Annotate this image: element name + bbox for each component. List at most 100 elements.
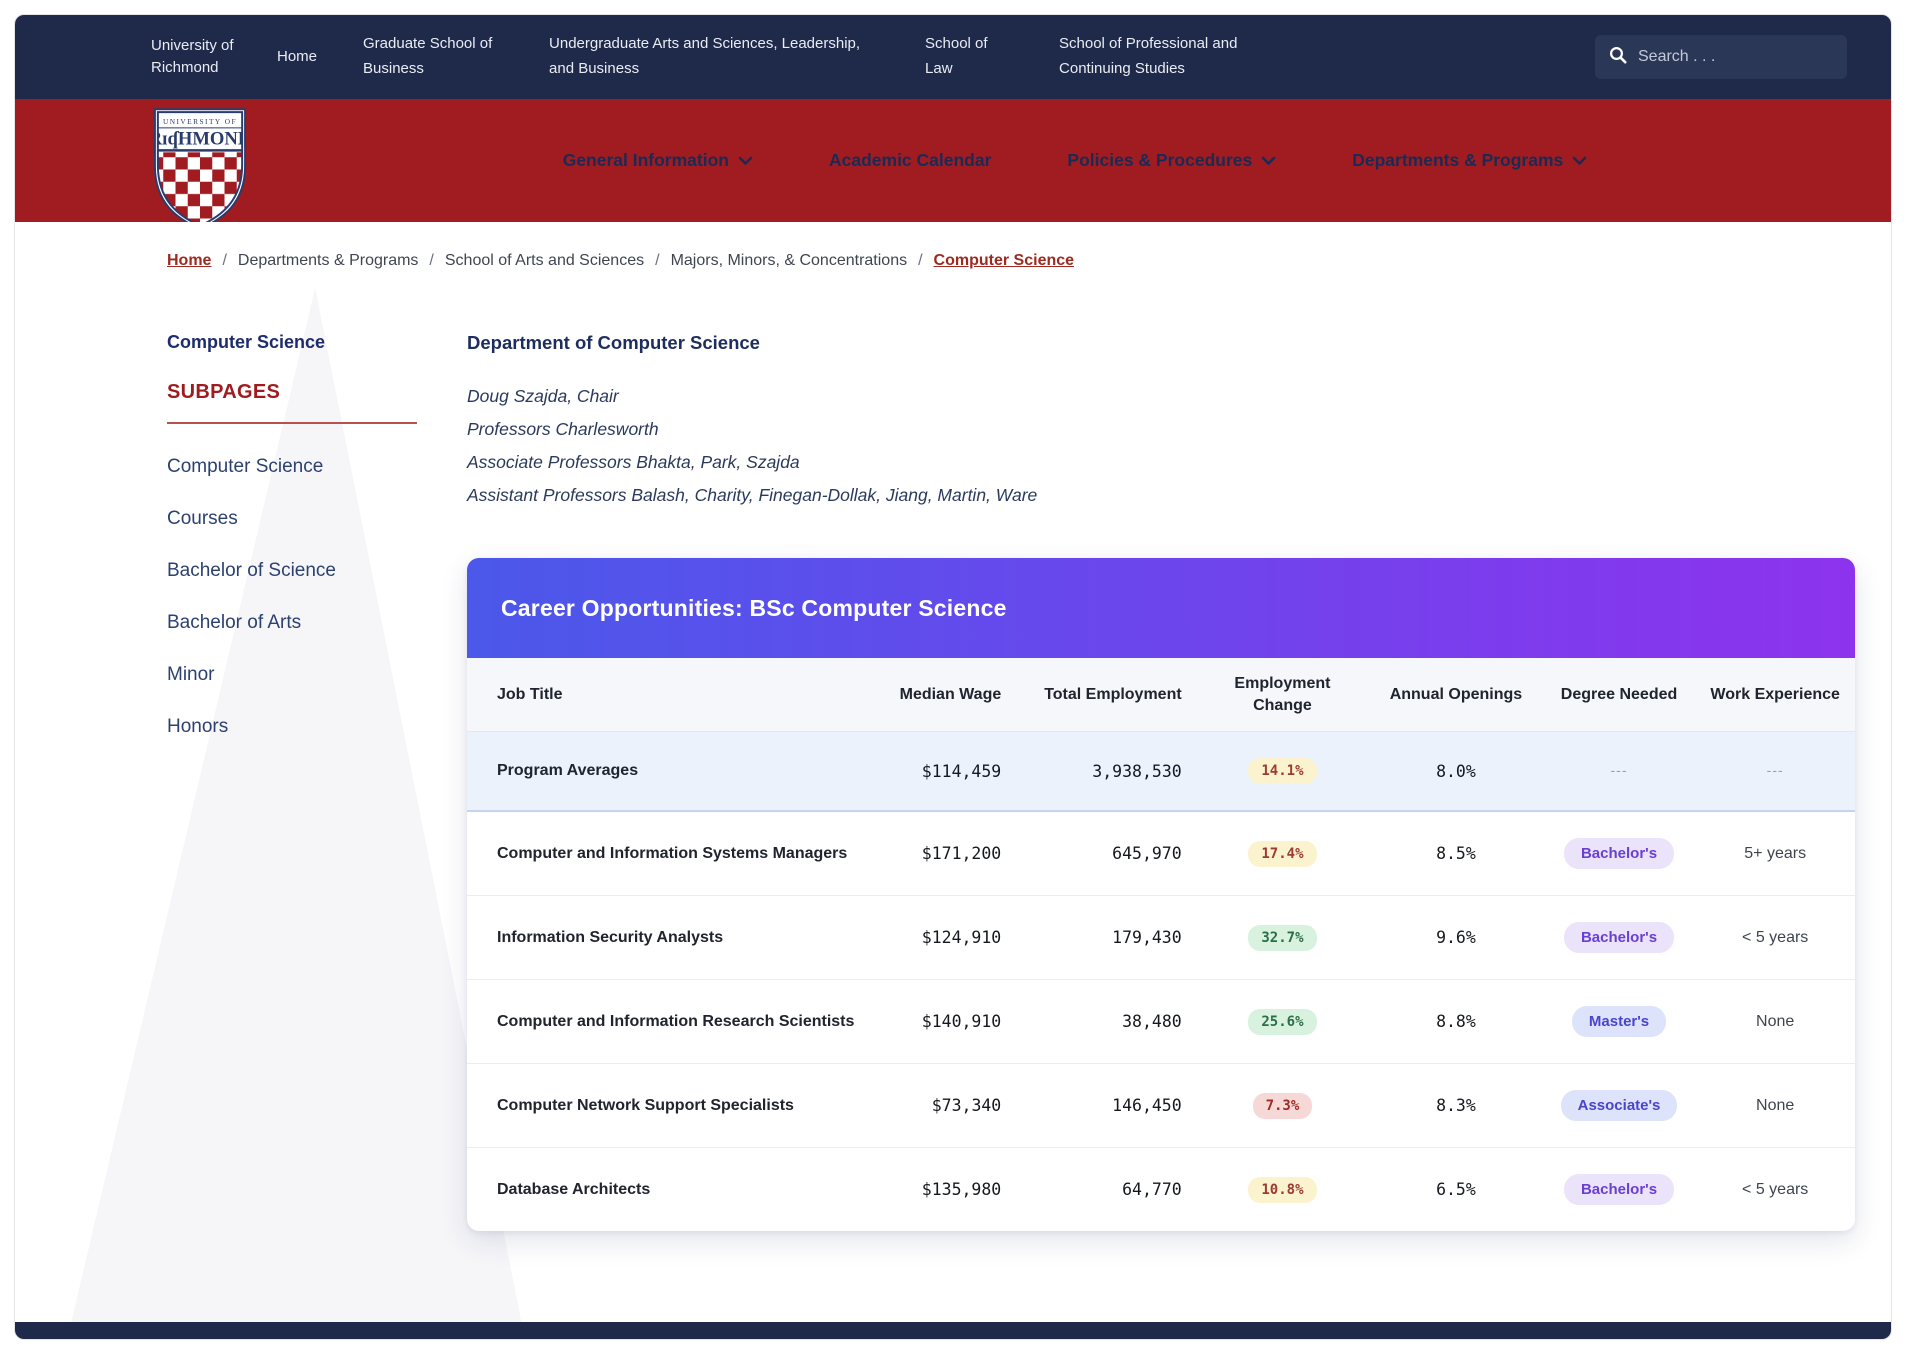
degree-needed-cell: Bachelor's	[1543, 896, 1696, 980]
employment-change-badge: 32.7%	[1248, 925, 1316, 951]
degree-needed-cell: Master's	[1543, 980, 1696, 1064]
work-experience-value: None	[1756, 1013, 1794, 1030]
column-header: Work Experience	[1695, 658, 1855, 732]
column-header: Total Employment	[1015, 658, 1195, 732]
university-richmond-logo[interactable]: UNIVERSITY OF RɪʠHMOND	[151, 108, 249, 235]
employment-change-badge: 25.6%	[1248, 1009, 1316, 1035]
degree-badge: Bachelor's	[1564, 922, 1674, 953]
table-row: Information Security Analysts$124,910179…	[467, 896, 1855, 980]
work-experience-cell: 5+ years	[1695, 811, 1855, 896]
table-row: Program Averages$114,4593,938,53014.1%8.…	[467, 732, 1855, 812]
main-nav-item-label: Academic Calendar	[829, 150, 991, 171]
browser-page: University of Richmond Home Graduate Scho…	[14, 14, 1892, 1340]
degree-badge: Bachelor's	[1564, 1174, 1674, 1205]
sidebar-divider	[167, 422, 417, 424]
table-row: Database Architects$135,98064,770 10.8% 6.…	[467, 1148, 1855, 1232]
main-nav-item[interactable]: General Information	[563, 150, 753, 171]
median-wage-cell: $135,980	[870, 1148, 1016, 1232]
career-opportunities-card: Career Opportunities: BSc Computer Scien…	[467, 558, 1855, 1231]
main-nav-item-label: Policies & Procedures	[1067, 150, 1252, 171]
screenshot-frame: University of Richmond Home Graduate Scho…	[0, 0, 1906, 1354]
empty-value-dash: ---	[1611, 762, 1628, 778]
column-header: Employment Change	[1196, 658, 1370, 732]
utility-nav-link[interactable]: School of Law	[925, 32, 1013, 82]
degree-needed-cell: Bachelor's	[1543, 811, 1696, 896]
empty-value-dash: ---	[1767, 762, 1784, 778]
breadcrumb-separator: /	[429, 252, 433, 270]
department-heading: Department of Computer Science	[467, 332, 1855, 354]
total-employment-cell: 645,970	[1015, 811, 1195, 896]
main-nav-item[interactable]: Academic Calendar	[829, 150, 991, 171]
card-title: Career Opportunities: BSc Computer Scien…	[501, 595, 1007, 622]
employment-change-cell: 17.4%	[1196, 811, 1370, 896]
search-icon	[1609, 46, 1627, 69]
annual-openings-cell: 6.5%	[1369, 1148, 1543, 1232]
utility-nav-link[interactable]: Home	[277, 45, 317, 70]
utility-nav-link[interactable]: Undergraduate Arts and Sciences, Leaders…	[549, 32, 879, 82]
breadcrumb-item: Departments & Programs	[238, 252, 419, 270]
total-employment-cell: 64,770	[1015, 1148, 1195, 1232]
employment-change-cell: 25.6%	[1196, 980, 1370, 1064]
table-header-row: Job TitleMedian WageTotal EmploymentEmpl…	[467, 658, 1855, 732]
faculty-list: Doug Szajda, ChairProfessors Charleswort…	[467, 380, 1855, 512]
degree-needed-cell: ---	[1543, 732, 1696, 812]
breadcrumb-separator: /	[918, 252, 922, 270]
faculty-line: Professors Charlesworth	[467, 413, 1855, 446]
total-employment-cell: 38,480	[1015, 980, 1195, 1064]
page-content: Home / Departments & Programs / School of Ar…	[15, 222, 1891, 1322]
job-title-cell: Database Architects	[467, 1148, 870, 1232]
sidebar-item[interactable]: Computer Science	[167, 456, 417, 478]
svg-text:UNIVERSITY OF: UNIVERSITY OF	[163, 117, 237, 126]
employment-change-badge: 10.8%	[1248, 1177, 1316, 1203]
main-navbar: UNIVERSITY OF RɪʠHMOND General Informati…	[15, 99, 1891, 222]
total-employment-cell: 3,938,530	[1015, 732, 1195, 812]
degree-needed-cell: Bachelor's	[1543, 1148, 1696, 1232]
main-nav-item-label: General Information	[563, 150, 729, 171]
table-row: Computer and Information Systems Manager…	[467, 811, 1855, 896]
search-input[interactable]	[1638, 48, 1833, 66]
employment-change-cell: 7.3%	[1196, 1064, 1370, 1148]
degree-badge: Bachelor's	[1564, 838, 1674, 869]
chevron-down-icon	[1572, 150, 1587, 171]
column-header: Annual Openings	[1369, 658, 1543, 732]
job-title-cell: Computer Network Support Specialists	[467, 1064, 870, 1148]
sidebar-item[interactable]: Bachelor of Science	[167, 560, 417, 582]
footer-strip	[15, 1322, 1891, 1339]
breadcrumb-item[interactable]: Home	[167, 252, 211, 270]
faculty-line: Doug Szajda, Chair	[467, 380, 1855, 413]
column-header: Degree Needed	[1543, 658, 1696, 732]
brand-link[interactable]: University of Richmond	[151, 35, 243, 79]
job-title-cell: Information Security Analysts	[467, 896, 870, 980]
median-wage-cell: $124,910	[870, 896, 1016, 980]
sidebar-nav: Computer Science Courses Bachelor of Scien…	[167, 456, 417, 738]
breadcrumb-separator: /	[655, 252, 659, 270]
annual-openings-cell: 9.6%	[1369, 896, 1543, 980]
utility-nav-link[interactable]: School of Professional and Continuing St…	[1059, 32, 1264, 82]
career-table: Job TitleMedian WageTotal EmploymentEmpl…	[467, 658, 1855, 1231]
sidebar-item[interactable]: Bachelor of Arts	[167, 612, 417, 634]
total-employment-cell: 179,430	[1015, 896, 1195, 980]
utility-nav-link[interactable]: Graduate School of Business	[363, 32, 503, 82]
breadcrumb-item: School of Arts and Sciences	[445, 252, 644, 270]
breadcrumb-item: Majors, Minors, & Concentrations	[671, 252, 908, 270]
sidebar-item[interactable]: Minor	[167, 664, 417, 686]
breadcrumb-separator: /	[222, 252, 226, 270]
breadcrumb: Home / Departments & Programs / School of Ar…	[15, 222, 1891, 270]
annual-openings-cell: 8.5%	[1369, 811, 1543, 896]
median-wage-cell: $171,200	[870, 811, 1016, 896]
work-experience-cell: < 5 years	[1695, 896, 1855, 980]
sidebar-item[interactable]: Courses	[167, 508, 417, 530]
sidebar: Computer Science SUBPAGES Computer Scien…	[167, 332, 417, 1271]
table-row: Computer and Information Research Scient…	[467, 980, 1855, 1064]
main-nav-item[interactable]: Departments & Programs	[1352, 150, 1587, 171]
column-header: Job Title	[467, 658, 870, 732]
breadcrumb-item[interactable]: Computer Science	[934, 252, 1074, 270]
main-nav-item[interactable]: Policies & Procedures	[1067, 150, 1276, 171]
sidebar-item[interactable]: Honors	[167, 716, 417, 738]
search-box[interactable]	[1595, 35, 1847, 79]
faculty-line: Assistant Professors Balash, Charity, Fi…	[467, 479, 1855, 512]
job-title-cell: Computer and Information Research Scient…	[467, 980, 870, 1064]
degree-badge: Associate's	[1561, 1090, 1678, 1121]
svg-text:RɪʠHMOND: RɪʠHMOND	[151, 129, 249, 150]
work-experience-value: 5+ years	[1744, 845, 1806, 862]
